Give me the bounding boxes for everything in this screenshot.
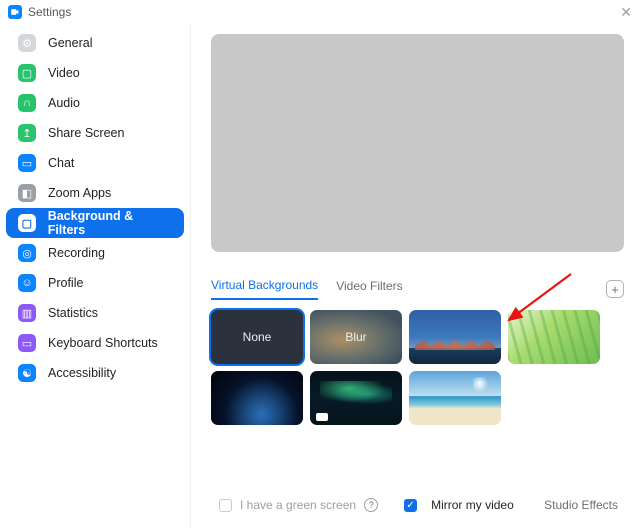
sidebar-item-label: Accessibility bbox=[48, 366, 116, 380]
background-icon: ▢ bbox=[18, 214, 36, 232]
tab-label: Video Filters bbox=[336, 279, 402, 293]
bg-option-earth[interactable] bbox=[211, 371, 303, 425]
bg-option-none[interactable]: None bbox=[211, 310, 303, 364]
sidebar-item-label: Zoom Apps bbox=[48, 186, 111, 200]
sidebar-item-label: Keyboard Shortcuts bbox=[48, 336, 158, 350]
mirror-checkbox[interactable]: ✓ bbox=[404, 499, 417, 512]
sidebar-item-chat[interactable]: ▭ Chat bbox=[6, 148, 184, 178]
tab-video-filters[interactable]: Video Filters bbox=[336, 279, 402, 299]
sidebar-item-label: Statistics bbox=[48, 306, 98, 320]
plus-icon: + bbox=[611, 282, 619, 297]
add-background-button[interactable]: + bbox=[606, 280, 624, 298]
tab-virtual-backgrounds[interactable]: Virtual Backgrounds bbox=[211, 278, 318, 300]
apps-icon: ◧ bbox=[18, 184, 36, 202]
recording-icon: ◎ bbox=[18, 244, 36, 262]
sidebar-item-label: Share Screen bbox=[48, 126, 124, 140]
sidebar-item-keyboard-shortcuts[interactable]: ▭ Keyboard Shortcuts bbox=[6, 328, 184, 358]
video-icon: ▢ bbox=[18, 64, 36, 82]
background-grid: None Blur bbox=[211, 310, 624, 425]
titlebar: Settings ✕ bbox=[0, 0, 640, 24]
sidebar-item-label: Video bbox=[48, 66, 80, 80]
app-icon bbox=[8, 5, 22, 19]
chat-icon: ▭ bbox=[18, 154, 36, 172]
sidebar-item-recording[interactable]: ◎ Recording bbox=[6, 238, 184, 268]
sidebar-item-statistics[interactable]: ▥ Statistics bbox=[6, 298, 184, 328]
sidebar-item-background-filters[interactable]: ▢ Background & Filters bbox=[6, 208, 184, 238]
sidebar-item-share-screen[interactable]: ↥ Share Screen bbox=[6, 118, 184, 148]
tab-label: Virtual Backgrounds bbox=[211, 278, 318, 292]
keyboard-icon: ▭ bbox=[18, 334, 36, 352]
main-panel: Virtual Backgrounds Video Filters + None… bbox=[191, 24, 640, 528]
green-screen-checkbox[interactable] bbox=[219, 499, 232, 512]
sidebar-item-label: Audio bbox=[48, 96, 80, 110]
green-screen-label: I have a green screen bbox=[240, 498, 356, 512]
window-title: Settings bbox=[28, 5, 71, 19]
statistics-icon: ▥ bbox=[18, 304, 36, 322]
bg-option-beach[interactable] bbox=[409, 371, 501, 425]
gear-icon: ⚙ bbox=[18, 34, 36, 52]
sidebar-item-video[interactable]: ▢ Video bbox=[6, 58, 184, 88]
sidebar-item-general[interactable]: ⚙ General bbox=[6, 28, 184, 58]
sidebar-item-zoom-apps[interactable]: ◧ Zoom Apps bbox=[6, 178, 184, 208]
sidebar: ⚙ General ▢ Video ∩ Audio ↥ Share Screen ▭ Ch… bbox=[0, 24, 190, 528]
bg-option-bridge[interactable] bbox=[409, 310, 501, 364]
sidebar-item-label: Chat bbox=[48, 156, 74, 170]
help-icon[interactable]: ? bbox=[364, 498, 378, 512]
sidebar-item-label: Recording bbox=[48, 246, 105, 260]
thumb-label: Blur bbox=[310, 310, 402, 364]
studio-effects-button[interactable]: Studio Effects bbox=[544, 498, 618, 512]
share-screen-icon: ↥ bbox=[18, 124, 36, 142]
sidebar-item-label: Profile bbox=[48, 276, 83, 290]
sidebar-item-label: General bbox=[48, 36, 92, 50]
close-icon[interactable]: ✕ bbox=[620, 4, 632, 21]
tab-row: Virtual Backgrounds Video Filters + bbox=[211, 278, 624, 300]
profile-icon: ☺ bbox=[18, 274, 36, 292]
bg-option-grass[interactable] bbox=[508, 310, 600, 364]
bg-option-blur[interactable]: Blur bbox=[310, 310, 402, 364]
thumb-label: None bbox=[211, 310, 303, 364]
footer: I have a green screen ? ✓ Mirror my vide… bbox=[211, 482, 624, 528]
accessibility-icon: ☯ bbox=[18, 364, 36, 382]
sidebar-item-profile[interactable]: ☺ Profile bbox=[6, 268, 184, 298]
bg-option-aurora[interactable] bbox=[310, 371, 402, 425]
video-preview bbox=[211, 34, 624, 252]
audio-icon: ∩ bbox=[18, 94, 36, 112]
mirror-label: Mirror my video bbox=[431, 498, 514, 512]
sidebar-item-audio[interactable]: ∩ Audio bbox=[6, 88, 184, 118]
sidebar-item-label: Background & Filters bbox=[48, 209, 172, 237]
sidebar-item-accessibility[interactable]: ☯ Accessibility bbox=[6, 358, 184, 388]
